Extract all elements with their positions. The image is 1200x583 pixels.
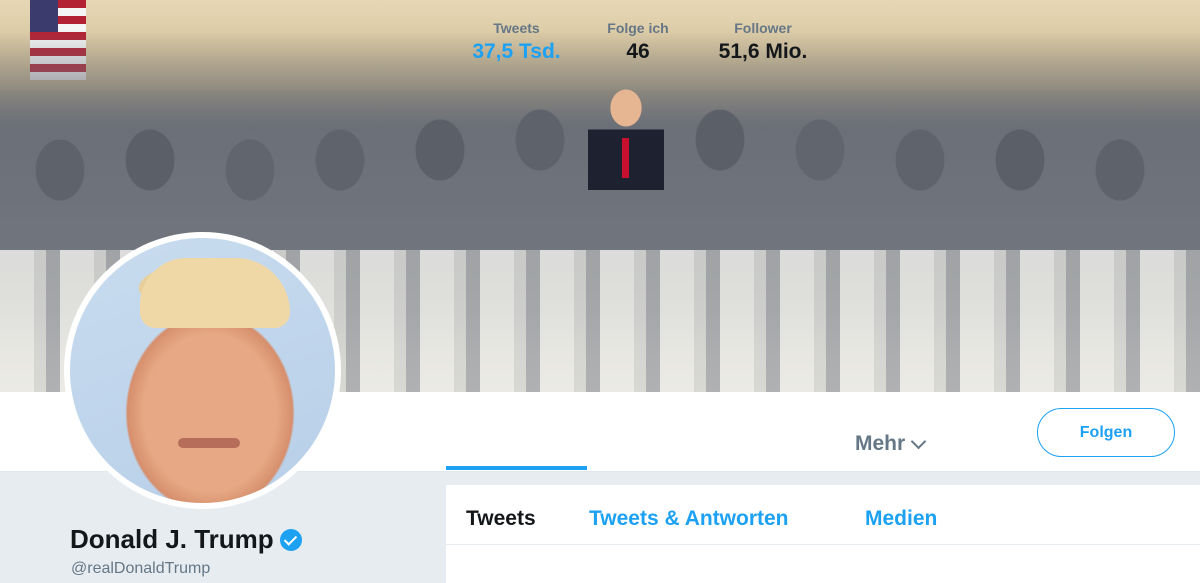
follow-button[interactable]: Folgen <box>1037 408 1175 457</box>
more-label: Mehr <box>855 432 906 455</box>
stat-followers-value: 51,6 Mio. <box>718 40 808 63</box>
seated-person <box>588 80 664 190</box>
stat-tweets[interactable]: Tweets 37,5 Tsd. <box>446 20 587 64</box>
tab-media[interactable]: Medien <box>865 507 937 531</box>
active-stat-underline <box>446 466 587 470</box>
timeline-tabs: Tweets Tweets & Antworten Medien <box>446 485 1200 545</box>
tab-tweets-replies[interactable]: Tweets & Antworten <box>589 507 789 531</box>
stat-following-label: Folge ich <box>607 20 669 36</box>
profile-name[interactable]: Donald J. Trump <box>70 524 302 555</box>
profile-page: { "header": { "photo_alt": "Header photo… <box>0 0 1200 583</box>
stat-tweets-label: Tweets <box>493 20 540 36</box>
stat-following-value: 46 <box>626 40 650 63</box>
stat-followers[interactable]: Follower 51,6 Mio. <box>700 20 826 64</box>
chevron-down-icon <box>910 433 927 449</box>
profile-name-text: Donald J. Trump <box>70 524 274 554</box>
avatar-image <box>70 238 335 503</box>
tab-tweets[interactable]: Tweets <box>466 507 536 531</box>
timeline: Tweets Tweets & Antworten Medien <box>446 485 1200 583</box>
more-menu[interactable]: Mehr <box>855 432 927 456</box>
profile-handle[interactable]: @realDonaldTrump <box>71 560 210 578</box>
stat-followers-label: Follower <box>734 20 792 36</box>
verified-badge-icon <box>279 528 302 551</box>
stat-following[interactable]: Folge ich 46 <box>595 20 681 64</box>
stat-tweets-value: 37,5 Tsd. <box>472 40 561 63</box>
avatar[interactable] <box>64 232 341 509</box>
